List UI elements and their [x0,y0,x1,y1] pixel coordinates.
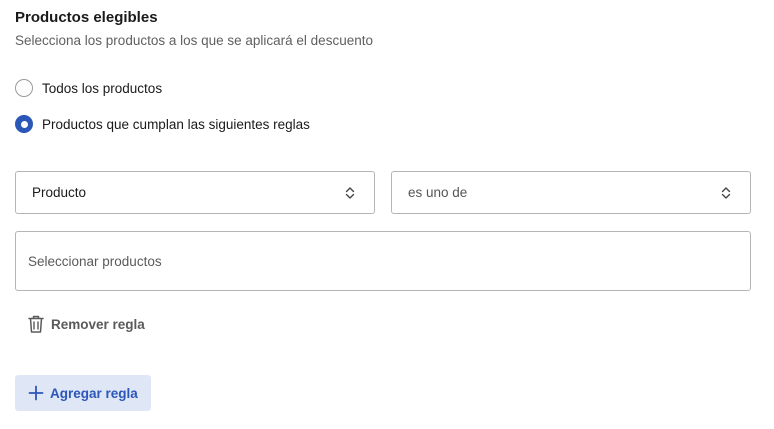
add-rule-button[interactable]: Agregar regla [15,375,151,411]
section-subtitle: Selecciona los productos a los que se ap… [15,33,373,48]
radio-option-rule-products[interactable]: Productos que cumplan las siguientes reg… [15,115,310,133]
remove-rule-button[interactable]: Remover regla [27,314,145,334]
plus-icon [28,385,44,401]
remove-rule-label: Remover regla [51,316,145,332]
products-select-placeholder: Seleccionar productos [28,253,162,269]
section-title: Productos elegibles [15,9,158,26]
radio-button-checked[interactable] [15,115,33,133]
rule-operator-value: es uno de [408,185,468,200]
trash-icon [28,315,44,333]
radio-option-label: Productos que cumplan las siguientes reg… [42,116,310,132]
chevron-up-down-icon [345,187,355,199]
radio-option-label: Todos los productos [42,80,163,96]
rule-field-value: Producto [32,185,87,200]
rule-operator-select[interactable]: es uno de [391,171,751,214]
rule-field-select[interactable]: Producto [15,171,375,214]
radio-button-unchecked[interactable] [15,79,33,97]
chevron-up-down-icon [721,187,731,199]
products-select-input[interactable]: Seleccionar productos [15,231,751,291]
radio-option-all-products[interactable]: Todos los productos [15,79,162,97]
add-rule-label: Agregar regla [50,385,138,401]
